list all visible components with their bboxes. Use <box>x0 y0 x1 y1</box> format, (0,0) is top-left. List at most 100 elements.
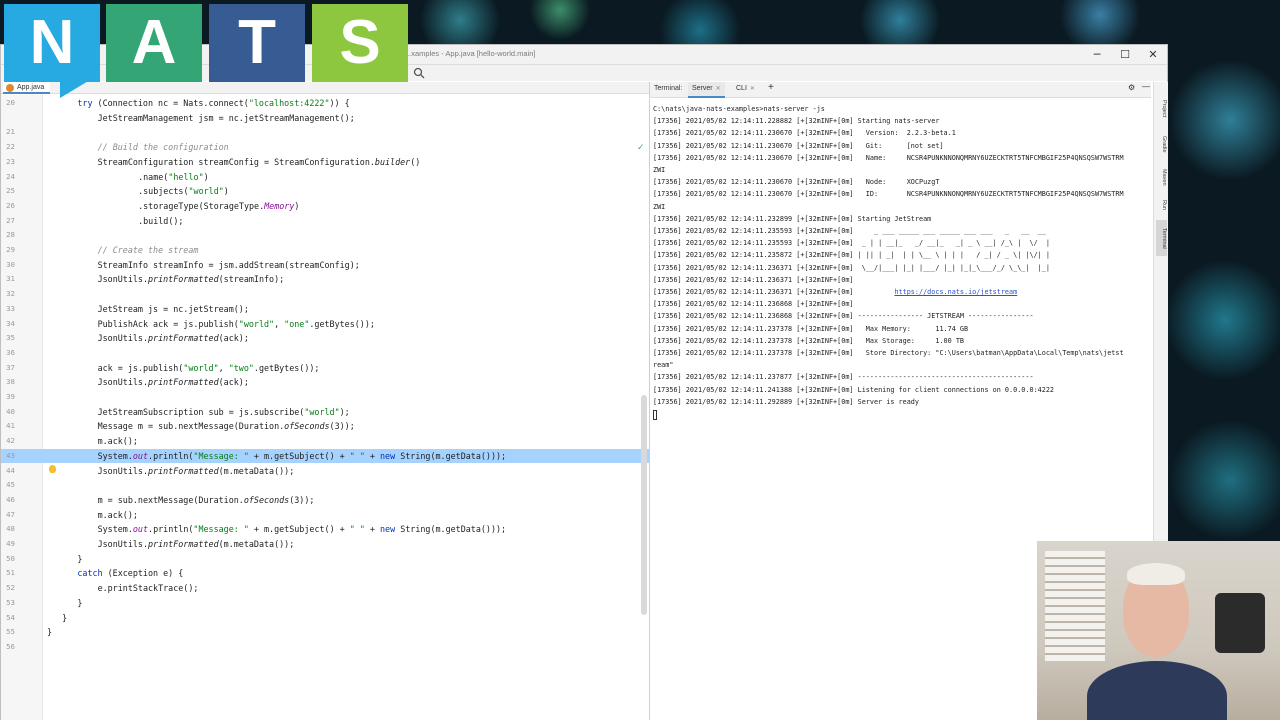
code-line[interactable]: 26 .storageType(StorageType.Memory) <box>1 199 649 214</box>
tab-terminal-cli[interactable]: CLI ✕ <box>732 82 759 98</box>
code-line[interactable]: 33 JetStream js = nc.jetStream(); <box>1 302 649 317</box>
terminal-cursor <box>653 410 657 420</box>
line-number: 50 <box>6 553 15 563</box>
intention-bulb-icon[interactable] <box>49 464 56 473</box>
code-line[interactable]: 25 .subjects("world") <box>1 184 649 199</box>
tool-terminal[interactable]: Terminal <box>1156 220 1167 256</box>
code-line[interactable]: 36 <box>1 346 649 361</box>
code-line[interactable]: JetStreamManagement jsm = nc.jetStreamMa… <box>1 111 649 126</box>
terminal-text: [17356] 2021/05/02 12:14:11.230670 [+[32… <box>653 153 1124 162</box>
terminal-label: Terminal: <box>654 85 683 92</box>
code-line[interactable]: 38 JsonUtils.printFormatted(ack); <box>1 375 649 390</box>
terminal-text: [17356] 2021/05/02 12:14:11.237378 [+[32… <box>653 324 969 333</box>
code-text: JsonUtils.printFormatted(ack); <box>97 333 249 344</box>
code-line[interactable]: 42 m.ack(); <box>1 434 649 449</box>
code-line[interactable]: 56 <box>1 640 649 655</box>
terminal-header: Terminal: Server ✕ CLI ✕ + ⚙ — <box>649 82 1151 98</box>
code-line[interactable]: 41 Message m = sub.nextMessage(Duration.o… <box>1 419 649 434</box>
code-line[interactable]: 20 try (Connection nc = Nats.connect("loc… <box>1 96 649 111</box>
code-line[interactable]: 52 e.printStackTrace(); <box>1 581 649 596</box>
code-line[interactable]: 27 .build(); <box>1 214 649 229</box>
code-line[interactable]: 28 <box>1 228 649 243</box>
line-number: 54 <box>6 612 15 622</box>
tool-project[interactable]: Project <box>1156 94 1167 124</box>
window-blinds <box>1045 551 1105 661</box>
code-line[interactable]: 37 ack = js.publish("world", "two".getByt… <box>1 361 649 376</box>
logo-speech-tail <box>60 80 90 98</box>
code-text: } <box>77 553 83 564</box>
code-line[interactable]: 32 <box>1 287 649 302</box>
code-line[interactable]: 47 m.ack(); <box>1 508 649 523</box>
terminal-text: ream" <box>653 361 674 370</box>
code-text: // Create the stream <box>97 245 199 255</box>
code-text: } <box>77 597 83 608</box>
line-number: 35 <box>6 333 15 343</box>
close-button[interactable]: ✕ <box>1139 47 1167 63</box>
code-text: m.ack(); <box>97 436 138 447</box>
code-line[interactable]: 44 JsonUtils.printFormatted(m.metaData())… <box>1 464 649 479</box>
terminal-text: [17356] 2021/05/02 12:14:11.236868 [+[32… <box>653 312 1034 321</box>
line-number: 34 <box>6 318 15 328</box>
code-line-selected[interactable]: 43 System.out.println("Message: " + m.get… <box>1 448 649 464</box>
tool-gradle[interactable]: Gradle <box>1156 130 1167 158</box>
code-line[interactable]: 31 JsonUtils.printFormatted(streamInfo); <box>1 272 649 287</box>
terminal-line: [17356] 2021/05/02 12:14:11.230670 [+[32… <box>653 140 944 152</box>
code-line[interactable]: 21 <box>1 125 649 140</box>
code-line[interactable]: 50} <box>1 552 649 567</box>
new-terminal-button[interactable]: + <box>768 82 774 93</box>
terminal-text: [17356] 2021/05/02 12:14:11.236371 [+[32… <box>653 275 854 284</box>
terminal-text: [17356] 2021/05/02 12:14:11.237378 [+[32… <box>653 349 1124 357</box>
terminal-text: [17356] 2021/05/02 12:14:11.236868 [+[32… <box>653 300 854 309</box>
logo-letter-n: N <box>4 4 100 82</box>
code-line[interactable]: 53} <box>1 596 649 611</box>
terminal-text: [17356] 2021/05/02 12:14:11.237378 [+[32… <box>653 336 964 345</box>
tool-maven[interactable]: Maven <box>1156 164 1167 190</box>
window-title: ...xamples - App.java [hello-world.main] <box>405 49 536 58</box>
minimize-button[interactable]: ─ <box>1083 47 1111 63</box>
line-number: 38 <box>6 377 15 387</box>
ide-window: ...xamples - App.java [hello-world.main]… <box>0 44 1168 720</box>
terminal-text: [17356] 2021/05/02 12:14:11.236371 [+[32… <box>653 288 895 296</box>
code-editor[interactable]: 20 try (Connection nc = Nats.connect("loc… <box>1 95 649 720</box>
code-text: JsonUtils.printFormatted(ack); <box>97 377 249 388</box>
code-line[interactable]: 22 // Build the configuration <box>1 140 649 155</box>
line-number: 55 <box>6 627 15 637</box>
tab-app-java[interactable]: App.java <box>3 82 51 94</box>
code-line[interactable]: 30 StreamInfo streamInfo = jsm.addStream(… <box>1 258 649 273</box>
gear-icon[interactable]: ⚙ <box>1128 83 1135 92</box>
terminal-text: [17356] 2021/05/02 12:14:11.235872 [+[32… <box>653 251 1050 260</box>
tab-label: Server <box>692 85 713 92</box>
jetstream-docs-link[interactable]: https://docs.nats.io/jetstream <box>894 288 1017 296</box>
code-line[interactable]: 23 StreamConfiguration streamConfig = Str… <box>1 155 649 170</box>
webcam-overlay <box>1037 541 1280 720</box>
code-line[interactable]: 55} <box>1 625 649 640</box>
editor-scrollbar[interactable] <box>641 395 647 615</box>
code-text: JsonUtils.printFormatted(streamInfo); <box>97 274 285 285</box>
code-line[interactable]: 39 <box>1 390 649 405</box>
logo-letter-a: A <box>106 4 202 82</box>
maximize-button[interactable]: ☐ <box>1111 47 1139 63</box>
terminal-line: [17356] 2021/05/02 12:14:11.230670 [+[32… <box>653 127 956 139</box>
code-line[interactable]: 48 System.out.println("Message: " + m.get… <box>1 522 649 537</box>
code-line[interactable]: 49 JsonUtils.printFormatted(m.metaData())… <box>1 537 649 552</box>
search-icon[interactable] <box>413 67 425 79</box>
code-line[interactable]: 51 catch (Exception e) { <box>1 566 649 581</box>
code-line[interactable]: 54} <box>1 611 649 626</box>
code-line[interactable]: 35 JsonUtils.printFormatted(ack); <box>1 331 649 346</box>
tool-run[interactable]: Run <box>1156 196 1167 214</box>
terminal-text: [17356] 2021/05/02 12:14:11.232899 [+[32… <box>653 214 932 223</box>
code-line[interactable]: 34 PublishAck ack = js.publish("world", "… <box>1 317 649 332</box>
line-number: 32 <box>6 289 15 299</box>
minimize-panel-icon[interactable]: — <box>1142 82 1150 91</box>
code-line[interactable]: 29 // Create the stream <box>1 243 649 258</box>
code-text: System.out.println("Message: " + m.getSu… <box>97 450 507 461</box>
close-icon[interactable]: ✕ <box>716 86 721 92</box>
tab-terminal-server[interactable]: Server ✕ <box>688 82 725 98</box>
line-number: 56 <box>6 641 15 651</box>
code-line[interactable]: 45 <box>1 478 649 493</box>
line-number: 47 <box>6 509 15 519</box>
code-line[interactable]: 46 m = sub.nextMessage(Duration.ofSeconds… <box>1 493 649 508</box>
close-icon[interactable]: ✕ <box>750 86 755 92</box>
code-line[interactable]: 24 .name("hello") <box>1 170 649 185</box>
code-line[interactable]: 40 JetStreamSubscription sub = js.subscri… <box>1 405 649 420</box>
